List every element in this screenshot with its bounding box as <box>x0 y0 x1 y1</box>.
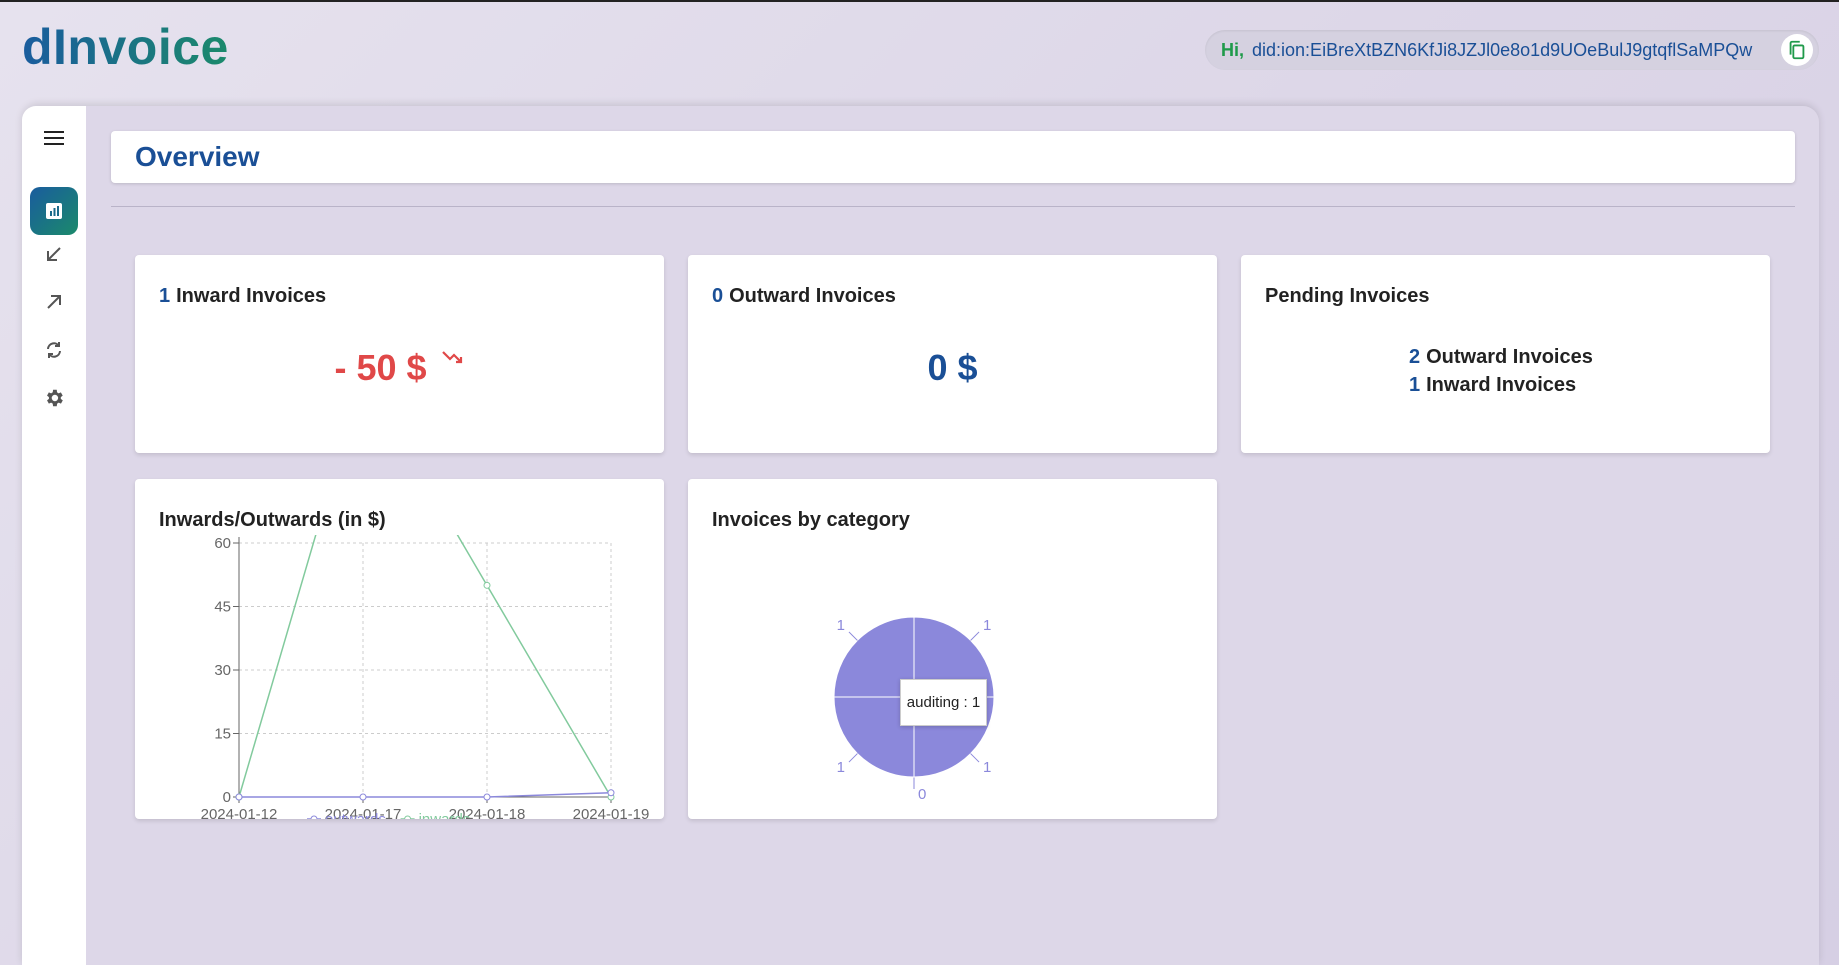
sidebar <box>22 106 86 965</box>
sidebar-item-inward[interactable] <box>30 230 78 278</box>
menu-toggle-button[interactable] <box>30 114 78 162</box>
header-divider <box>111 206 1795 207</box>
pie-slice-label: 1 <box>983 759 991 776</box>
pie-label-line <box>848 753 858 763</box>
inwards-line <box>238 535 612 798</box>
user-did-pill: Hi, did:ion:EiBreXtBZN6KfJi8JZJl0e8o1d9U… <box>1205 30 1819 70</box>
outwards-point <box>607 789 615 797</box>
copy-did-button[interactable] <box>1781 34 1813 66</box>
y-tick-label: 15 <box>214 726 231 743</box>
pie-label-line <box>970 753 980 763</box>
page-header: Overview <box>111 131 1795 183</box>
outwards-line <box>239 792 612 798</box>
pie-tooltip: auditing : 1 <box>900 679 987 726</box>
menu-icon <box>44 131 64 145</box>
pending-outward-row: 2 Outward Invoices <box>1409 343 1593 371</box>
legend-marker-dot <box>404 815 412 819</box>
legend-marker-dot <box>310 815 318 819</box>
y-tick-label: 0 <box>223 789 231 806</box>
legend-label: outwards <box>325 811 386 819</box>
invoices-by-category-card: Invoices by category 11011 auditing : 1 <box>688 479 1217 819</box>
sidebar-item-settings[interactable] <box>30 374 78 422</box>
page-title: Overview <box>135 141 260 172</box>
sidebar-item-sync[interactable] <box>30 326 78 374</box>
x-tick-label: 2024-01-19 <box>573 806 650 819</box>
inward-amount-row: - 50 $ <box>135 347 664 389</box>
main-content: Overview 1 Inward Invoices - 50 $ 0 Outwar… <box>86 106 1819 965</box>
pending-card-title: Pending Invoices <box>1265 285 1430 307</box>
pending-inward-count: 1 <box>1409 374 1421 396</box>
pie-slice-label: 1 <box>983 617 991 634</box>
copy-icon <box>1789 40 1805 60</box>
pie-label-line <box>848 631 858 641</box>
inward-amount: - 50 $ <box>334 347 427 388</box>
pie-label-line <box>970 631 980 641</box>
sidebar-item-overview[interactable] <box>30 187 78 235</box>
inwards-outwards-chart-card: Inwards/Outwards (in $) 0 15 30 45 60 2024-01… <box>135 479 664 819</box>
inward-card-title: 1 Inward Invoices <box>159 285 326 308</box>
pie-slice-label: 1 <box>837 759 845 776</box>
pie-slice-label: 0 <box>918 786 926 803</box>
pie-slice-label: 1 <box>837 617 845 634</box>
pending-inward-row: 1 Inward Invoices <box>1409 371 1593 399</box>
outwards-point <box>235 793 243 801</box>
pending-invoices-card[interactable]: Pending Invoices 2 Outward Invoices 1 Inwa… <box>1241 255 1770 453</box>
outward-count: 0 <box>712 285 724 307</box>
arrow-up-right-icon <box>47 295 61 309</box>
outward-invoices-card[interactable]: 0 Outward Invoices 0 $ <box>688 255 1217 453</box>
window-top-border <box>0 0 1839 2</box>
chart-icon <box>46 203 62 219</box>
pending-outward-count: 2 <box>1409 346 1421 368</box>
app-logo[interactable]: dInvoice <box>22 18 229 76</box>
gear-icon <box>47 389 63 407</box>
outward-amount: 0 $ <box>927 347 978 388</box>
pending-inward-label: Inward Invoices <box>1426 374 1577 396</box>
pie-chart: 1 1 0 1 1 <box>833 616 995 803</box>
line-chart: 0153045602024-01-12 2024-01-17 2024-01-18 2… <box>201 535 650 819</box>
inwards-point <box>483 581 491 589</box>
y-tick-label: 45 <box>214 599 231 616</box>
arrow-down-left-icon <box>47 247 61 261</box>
inward-count: 1 <box>159 285 171 307</box>
outward-label: Outward Invoices <box>729 285 896 307</box>
pending-outward-label: Outward Invoices <box>1426 346 1593 368</box>
x-tick-label: 2024-01-12 <box>201 806 278 819</box>
legend-label: inwards <box>419 811 471 819</box>
trending-down-icon <box>441 351 462 364</box>
inward-invoices-card[interactable]: 1 Inward Invoices - 50 $ <box>135 255 664 453</box>
pending-list: 2 Outward Invoices 1 Inward Invoices <box>1409 343 1593 399</box>
y-tick-label: 60 <box>214 535 231 552</box>
sidebar-item-outward[interactable] <box>30 278 78 326</box>
outwards-point <box>483 793 491 801</box>
app-shell: Overview 1 Inward Invoices - 50 $ 0 Outwar… <box>22 106 1819 965</box>
outward-card-title: 0 Outward Invoices <box>712 285 896 308</box>
greeting: Hi, <box>1221 39 1245 60</box>
inward-label: Inward Invoices <box>176 285 327 307</box>
sync-icon <box>47 342 61 358</box>
y-tick-label: 30 <box>214 662 231 679</box>
outwards-point <box>359 793 367 801</box>
user-did: did:ion:EiBreXtBZN6KfJi8JZJl0e8o1d9UOeBu… <box>1252 39 1753 60</box>
